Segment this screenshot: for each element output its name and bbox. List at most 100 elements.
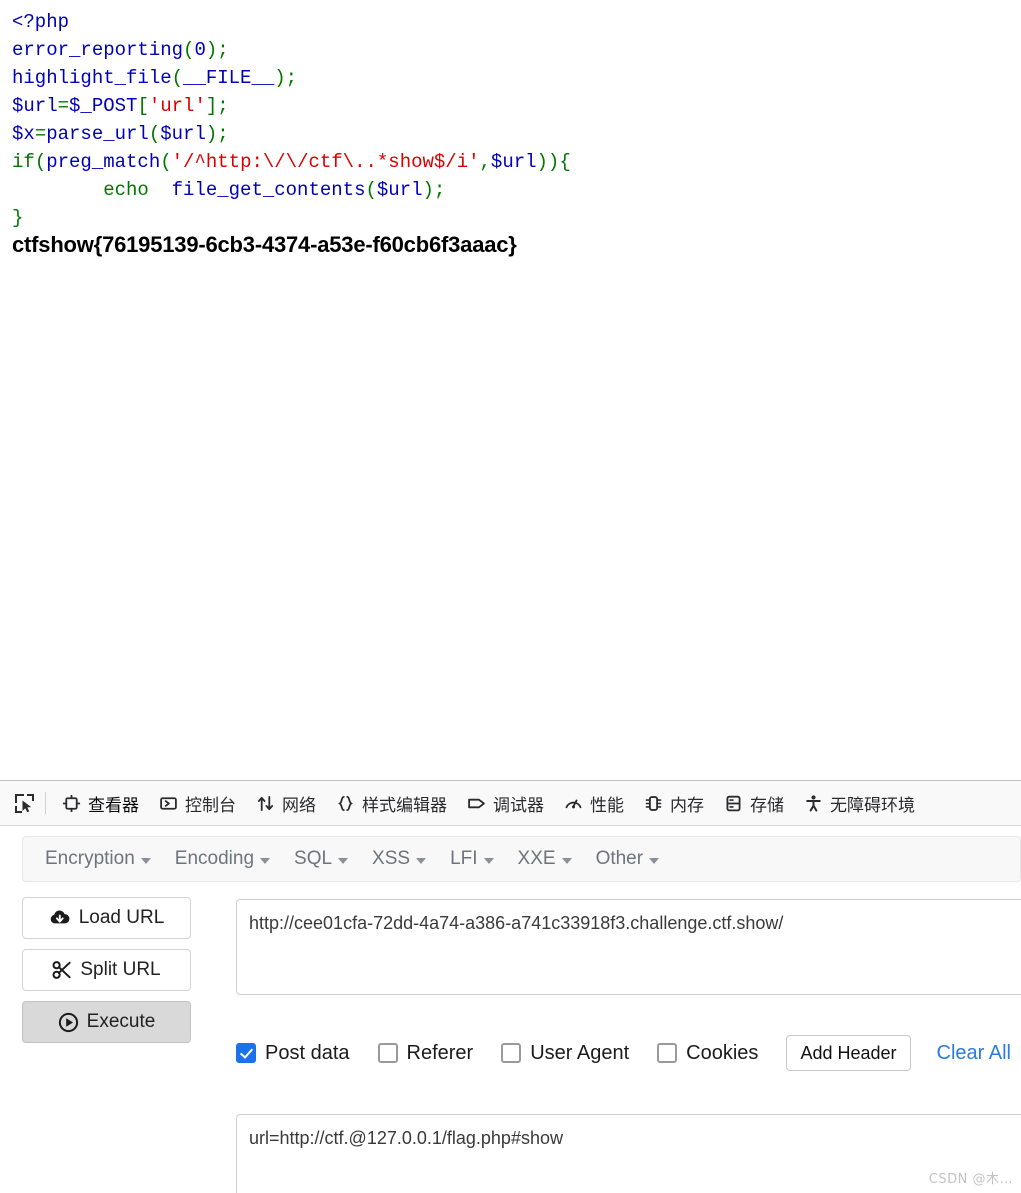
php-token: , [479, 151, 491, 173]
devtools-tab-style-editor[interactable]: 样式编辑器 [326, 781, 457, 825]
execute-button[interactable]: Execute [22, 1001, 191, 1043]
checkbox-label: Post data [265, 1041, 350, 1064]
devtools-tab-debugger[interactable]: 调试器 [457, 781, 554, 825]
devtools-tab-label: 内存 [670, 795, 704, 816]
devtools-tab-label: 性能 [590, 795, 624, 816]
php-token: ( [160, 151, 172, 173]
checkbox-box[interactable] [236, 1043, 256, 1063]
button-label: Split URL [80, 959, 161, 980]
php-code-line: $url=$_POST['url']; [12, 92, 1021, 120]
devtools-tab-inspector[interactable]: 查看器 [52, 781, 149, 825]
chevron-down-icon [416, 857, 427, 864]
devtools-tab-performance[interactable]: 性能 [554, 781, 634, 825]
split-url-button[interactable]: Split URL [22, 949, 191, 991]
hackbar-menu-encryption[interactable]: Encryption [33, 844, 163, 874]
post-field-wrapper [236, 1114, 1021, 1193]
php-code-line: if(preg_match('/^http:\/\/ctf\..*show$/i… [12, 148, 1021, 176]
hackbar-menu-lfi[interactable]: LFI [438, 844, 505, 874]
hackbar-menu-label: XSS [372, 848, 411, 869]
devtools-tab-storage[interactable]: 存储 [714, 781, 794, 825]
chevron-down-icon [260, 857, 271, 864]
hackbar-menu-label: LFI [450, 848, 478, 869]
php-code-line: echo file_get_contents($url); [12, 176, 1021, 204]
url-input[interactable] [236, 899, 1021, 995]
hackbar-menu-label: SQL [294, 848, 333, 869]
php-code-line: <?php [12, 8, 1021, 36]
php-token: ) [205, 39, 218, 61]
hackbar-options-row: Post data Referer User Agent Cookies Add… [236, 1035, 1021, 1071]
chevron-down-icon [483, 857, 494, 864]
button-label: Execute [86, 1011, 156, 1032]
php-token: ; [217, 123, 229, 145]
php-token: $url [160, 123, 206, 145]
php-code-line: highlight_file(__FILE__); [12, 64, 1021, 92]
devtools-tab-accessibility[interactable]: 无障碍环境 [794, 781, 925, 825]
hackbar-menu-sql[interactable]: SQL [282, 844, 360, 874]
php-token: ( [34, 151, 47, 173]
checkbox-box[interactable] [501, 1043, 522, 1063]
php-code-line: error_reporting(0); [12, 36, 1021, 64]
php-token: if [12, 151, 35, 173]
php-token: parse_url [46, 123, 149, 145]
php-token: $url [490, 151, 537, 173]
style-editor-icon [336, 794, 355, 813]
toolbar-separator [45, 792, 46, 814]
checkbox-box[interactable] [377, 1043, 398, 1063]
devtools-tab-label: 控制台 [185, 795, 236, 816]
php-token: file_get_contents [171, 179, 366, 201]
storage-icon [724, 794, 743, 813]
post-data-input[interactable] [236, 1114, 1021, 1193]
devtools-tab-console[interactable]: 控制台 [149, 781, 246, 825]
php-token: $url [12, 95, 58, 117]
add-header-button[interactable]: Add Header [786, 1035, 911, 1071]
php-token: } [12, 207, 24, 229]
url-field-wrapper [236, 899, 1021, 1000]
referer-checkbox[interactable]: Referer [377, 1041, 474, 1065]
hackbar-menu-other[interactable]: Other [584, 844, 672, 874]
php-token [149, 179, 172, 201]
devtools-tab-network[interactable]: 网络 [246, 781, 326, 825]
performance-icon [564, 794, 583, 813]
memory-icon [644, 794, 663, 813]
cookies-checkbox[interactable]: Cookies [657, 1042, 758, 1065]
hackbar-menu-xxe[interactable]: XXE [506, 844, 584, 874]
console-icon [159, 794, 178, 813]
php-token: 'url' [148, 95, 206, 117]
php-token: ; [433, 179, 446, 201]
php-token: ] [205, 95, 218, 117]
php-code-line: $x=parse_url($url); [12, 120, 1021, 148]
php-token: error_reporting [12, 39, 184, 61]
clear-all-link[interactable]: Clear All [937, 1042, 1011, 1065]
php-token: highlight_file [12, 67, 172, 89]
csdn-watermark: CSDN @木… [928, 1172, 1013, 1187]
php-token: ) [205, 123, 218, 145]
php-source-output: <?php error_reporting(0); highlight_file(_… [0, 0, 1021, 232]
network-icon [256, 794, 275, 813]
chevron-down-icon [140, 857, 151, 864]
hackbar-panel: Encryption Encoding SQL XSS LFI XXE Othe… [0, 827, 1021, 1193]
devtools-tab-label: 网络 [282, 795, 316, 816]
php-token: [ [137, 95, 149, 117]
php-token: __FILE__ [183, 67, 275, 89]
checkbox-label: Referer [406, 1041, 474, 1064]
load-url-button[interactable]: Load URL [22, 897, 191, 939]
element-picker-icon[interactable] [7, 786, 41, 820]
hackbar-menu-encoding[interactable]: Encoding [163, 844, 282, 874]
button-label: Add Header [800, 1042, 897, 1063]
checkbox-box[interactable] [657, 1043, 678, 1063]
chevron-down-icon [561, 857, 572, 864]
user-agent-checkbox[interactable]: User Agent [501, 1042, 629, 1065]
php-token: = [57, 95, 70, 117]
post-data-checkbox[interactable]: Post data [236, 1042, 350, 1065]
devtools-toolbar: 查看器 控制台 网络 样式编辑器 调试器 性能 内存 存储 无障碍环境 [0, 780, 1021, 826]
devtools-tab-label: 样式编辑器 [362, 795, 447, 816]
hackbar-menubar: Encryption Encoding SQL XSS LFI XXE Othe… [22, 836, 1021, 882]
php-token [12, 179, 103, 201]
hackbar-menu-xss[interactable]: XSS [360, 844, 438, 874]
php-token: ; [285, 67, 298, 89]
php-token: ) [422, 179, 434, 201]
play-circle-icon [58, 1012, 79, 1033]
php-token: ( [365, 179, 377, 201]
devtools-tab-memory[interactable]: 内存 [634, 781, 714, 825]
checkbox-label: Cookies [686, 1041, 759, 1064]
